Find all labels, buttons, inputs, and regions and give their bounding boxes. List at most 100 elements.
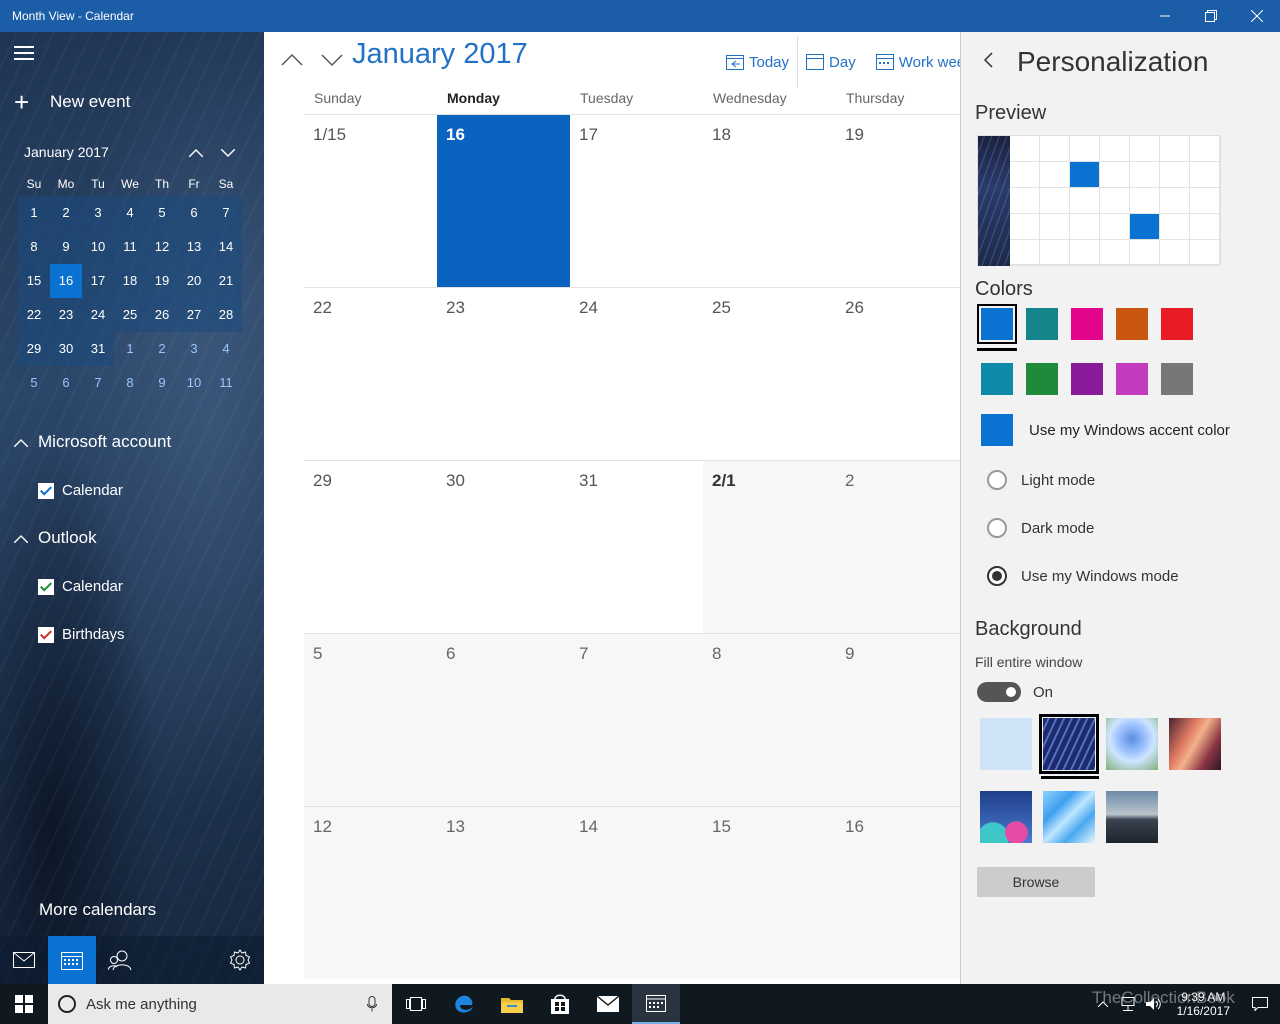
day-cell[interactable]: 5 [304, 634, 437, 806]
mini-calendar-day[interactable]: 3 [178, 332, 210, 366]
back-arrow-icon[interactable] [983, 52, 993, 73]
previous-month-button[interactable] [272, 46, 312, 74]
day-cell[interactable]: 23 [437, 288, 570, 460]
radio-button[interactable] [987, 566, 1007, 586]
color-swatch[interactable] [1161, 363, 1193, 395]
color-swatch[interactable] [1071, 363, 1103, 395]
mini-calendar-day[interactable]: 29 [18, 332, 50, 366]
radio-button[interactable] [987, 470, 1007, 490]
hamburger-menu-icon[interactable] [14, 46, 34, 60]
browse-button[interactable]: Browse [977, 867, 1095, 897]
color-swatch[interactable] [1116, 363, 1148, 395]
close-button[interactable] [1234, 0, 1280, 32]
day-cell[interactable]: 26 [836, 288, 969, 460]
mini-calendar-day[interactable]: 11 [210, 366, 242, 400]
mini-calendar-day[interactable]: 10 [178, 366, 210, 400]
mini-calendar-day[interactable]: 30 [50, 332, 82, 366]
color-swatch[interactable] [977, 304, 1017, 344]
mini-calendar-day[interactable]: 6 [50, 366, 82, 400]
day-cell[interactable]: 2/1 [703, 461, 836, 633]
mini-calendar-day[interactable]: 27 [178, 298, 210, 332]
mini-calendar-day[interactable]: 2 [50, 196, 82, 230]
radio-button[interactable] [987, 518, 1007, 538]
day-cell[interactable]: 1/15 [304, 115, 437, 287]
task-view-icon[interactable] [392, 984, 440, 1024]
mini-calendar-day[interactable]: 18 [114, 264, 146, 298]
mini-calendar-day[interactable]: 13 [178, 230, 210, 264]
mini-calendar-day[interactable]: 16 [50, 264, 82, 298]
mini-calendar-day[interactable]: 5 [146, 196, 178, 230]
mini-calendar-day[interactable]: 3 [82, 196, 114, 230]
today-button[interactable]: Today [720, 42, 795, 82]
day-cell[interactable]: 15 [703, 807, 836, 979]
calendar-item-outlook-birthdays[interactable]: Birthdays [38, 626, 125, 643]
mini-calendar-day[interactable]: 19 [146, 264, 178, 298]
light-mode-radio[interactable]: Light mode [987, 470, 1095, 490]
color-swatch[interactable] [1026, 363, 1058, 395]
edge-browser-icon[interactable] [440, 984, 488, 1024]
mini-calendar-day[interactable]: 24 [82, 298, 114, 332]
color-swatch[interactable] [1161, 308, 1193, 340]
mini-calendar-day[interactable]: 5 [18, 366, 50, 400]
mini-calendar-day[interactable]: 11 [114, 230, 146, 264]
use-accent-color-option[interactable]: Use my Windows accent color [981, 414, 1230, 446]
color-swatch[interactable] [981, 363, 1013, 395]
chevron-up-icon[interactable] [180, 144, 212, 160]
background-thumbnail-lake[interactable] [1106, 791, 1158, 843]
day-cell[interactable]: 9 [836, 634, 969, 806]
day-cell[interactable]: 18 [703, 115, 836, 287]
mini-calendar-day[interactable]: 4 [210, 332, 242, 366]
mini-calendar-day[interactable]: 1 [114, 332, 146, 366]
next-month-button[interactable] [312, 46, 352, 74]
mini-calendar-day[interactable]: 6 [178, 196, 210, 230]
calendar-icon[interactable] [48, 936, 96, 984]
day-cell[interactable]: 8 [703, 634, 836, 806]
day-cell[interactable]: 29 [304, 461, 437, 633]
mini-calendar-day[interactable]: 14 [210, 230, 242, 264]
checkbox[interactable] [38, 578, 54, 595]
restore-button[interactable] [1188, 0, 1234, 32]
windows-start-icon[interactable] [0, 984, 48, 1024]
day-view-button[interactable]: Day [800, 42, 862, 82]
mail-app-icon[interactable] [584, 984, 632, 1024]
mini-calendar-day[interactable]: 8 [18, 230, 50, 264]
mini-calendar-day[interactable]: 9 [50, 230, 82, 264]
calendar-app-icon[interactable] [632, 984, 680, 1024]
mini-calendar-day[interactable]: 15 [18, 264, 50, 298]
background-thumbnail-canyon[interactable] [1169, 718, 1221, 770]
day-cell[interactable]: 16 [437, 115, 570, 287]
background-thumbnail-abstract[interactable] [980, 791, 1032, 843]
mini-calendar-day[interactable]: 28 [210, 298, 242, 332]
day-cell[interactable]: 31 [570, 461, 703, 633]
mini-calendar-day[interactable]: 21 [210, 264, 242, 298]
day-cell[interactable]: 19 [836, 115, 969, 287]
day-cell[interactable]: 6 [437, 634, 570, 806]
mini-calendar-day[interactable]: 23 [50, 298, 82, 332]
color-swatch[interactable] [1071, 308, 1103, 340]
windows-mode-radio[interactable]: Use my Windows mode [987, 566, 1179, 586]
background-thumbnail-tree[interactable] [1106, 718, 1158, 770]
people-icon[interactable] [96, 936, 144, 984]
mini-calendar-day[interactable]: 12 [146, 230, 178, 264]
account-microsoft[interactable]: Microsoft account [13, 432, 171, 452]
minimize-button[interactable] [1142, 0, 1188, 32]
mail-icon[interactable] [0, 936, 48, 984]
new-event-button[interactable]: + New event [14, 89, 130, 115]
calendar-item-outlook-calendar[interactable]: Calendar [38, 578, 123, 595]
mini-calendar-day[interactable]: 7 [82, 366, 114, 400]
day-cell[interactable]: 25 [703, 288, 836, 460]
mini-calendar-day[interactable]: 8 [114, 366, 146, 400]
day-cell[interactable]: 13 [437, 807, 570, 979]
mini-calendar-day[interactable]: 26 [146, 298, 178, 332]
day-cell[interactable]: 7 [570, 634, 703, 806]
mini-calendar-day[interactable]: 10 [82, 230, 114, 264]
color-swatch[interactable] [1026, 308, 1058, 340]
gear-icon[interactable] [216, 936, 264, 984]
day-cell[interactable]: 12 [304, 807, 437, 979]
day-cell[interactable]: 14 [570, 807, 703, 979]
mini-calendar-day[interactable]: 2 [146, 332, 178, 366]
mini-calendar-day[interactable]: 7 [210, 196, 242, 230]
mini-calendar-day[interactable]: 20 [178, 264, 210, 298]
dark-mode-radio[interactable]: Dark mode [987, 518, 1094, 538]
mini-calendar-day[interactable]: 31 [82, 332, 114, 366]
